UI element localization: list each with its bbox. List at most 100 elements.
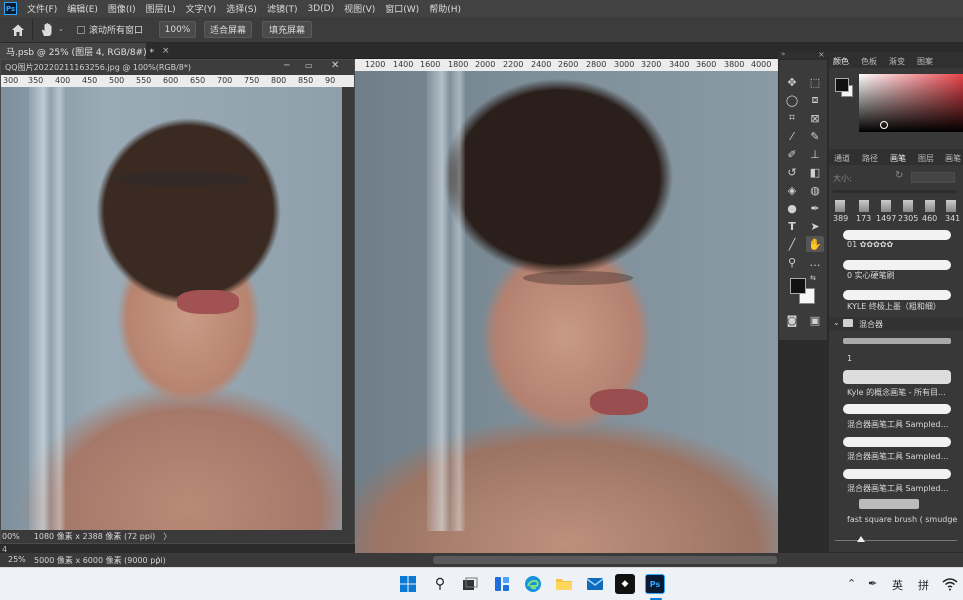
menu-3d[interactable]: 3D(D) (302, 4, 339, 14)
scroll-all-windows-checkbox[interactable] (77, 26, 85, 34)
home-icon[interactable] (9, 22, 27, 38)
input-language-indicator[interactable]: 英 (892, 577, 903, 593)
tab-patterns[interactable]: 图案 (917, 56, 933, 67)
tab-paths[interactable]: 路径 (862, 153, 878, 164)
float-vertical-scrollbar[interactable] (342, 87, 354, 530)
tray-overflow-chevron-icon[interactable]: ⌃ (847, 577, 856, 590)
minimize-icon[interactable]: ─ (284, 61, 289, 71)
tool-preset-chevron-down-icon[interactable]: ⌄ (58, 25, 64, 33)
hand-tool-active-icon[interactable]: ✋ (806, 236, 824, 252)
brush-tool-icon[interactable]: ✐ (783, 146, 801, 162)
main-canvas[interactable] (355, 71, 778, 553)
move-tool-icon[interactable]: ✥ (783, 74, 801, 90)
group-brush-label[interactable]: 混合器画笔工具 Sampled... (847, 419, 959, 430)
start-icon[interactable] (398, 574, 418, 594)
pen-tool-icon[interactable]: ✒ (806, 200, 824, 216)
brush-item-label[interactable]: 0 实心硬笔刷 (847, 270, 957, 281)
menu-layer[interactable]: 图层(L) (141, 2, 181, 15)
frame-tool-icon[interactable]: ⊠ (806, 110, 824, 126)
tab-color[interactable]: 颜色 (833, 56, 849, 67)
ime-mode-indicator[interactable]: 拼 (918, 577, 929, 593)
menu-file[interactable]: 文件(F) (22, 2, 62, 15)
swap-colors-icon[interactable]: ⇆ (810, 274, 816, 282)
tab-close-icon[interactable]: × (162, 46, 170, 56)
brush-item-label[interactable]: 01 ✿✿✿✿✿ (847, 240, 957, 249)
eraser-tool-icon[interactable]: ◧ (806, 164, 824, 180)
size-slider[interactable] (833, 190, 957, 193)
paint-bucket-tool-icon[interactable]: ◈ (783, 182, 801, 198)
menu-select[interactable]: 选择(S) (221, 2, 262, 15)
reference-image[interactable] (1, 87, 342, 530)
brush-tip[interactable] (925, 200, 935, 212)
zoom-100-button[interactable]: 100% (159, 21, 196, 38)
group-brush-label[interactable]: 1 (847, 354, 852, 363)
horizontal-scroll-thumb[interactable] (433, 556, 777, 564)
tab-channels[interactable]: 通道 (834, 153, 850, 164)
tab-swatches[interactable]: 色板 (861, 56, 877, 67)
task-view-icon[interactable] (460, 574, 480, 594)
tab-brushes[interactable]: 画笔 (890, 153, 906, 164)
toolbar-header[interactable]: » × (778, 50, 828, 59)
search-icon[interactable]: ⚲ (430, 574, 450, 594)
healing-brush-tool-icon[interactable]: ✎ (806, 128, 824, 144)
pen-input-icon[interactable]: ✒ (868, 577, 877, 590)
menu-window[interactable]: 窗口(W) (380, 2, 424, 15)
line-tool-icon[interactable]: ╱ (783, 236, 801, 252)
brush-size-field[interactable] (911, 172, 955, 183)
fit-screen-button[interactable]: 适合屏幕 (204, 21, 252, 38)
group-brush-label[interactable]: fast square brush ( smudge ) (847, 515, 959, 524)
group-brush-label[interactable]: 混合器画笔工具 Sampled... (847, 451, 959, 462)
brush-item-label[interactable]: KYLE 终极上墨（粗和细） (847, 301, 957, 312)
menu-help[interactable]: 帮助(H) (424, 2, 466, 15)
color-picker-handle[interactable] (880, 121, 888, 129)
crop-tool-icon[interactable]: ⌗ (783, 110, 801, 126)
wifi-icon[interactable] (942, 577, 958, 591)
brush-tip[interactable] (903, 200, 913, 212)
group-brush-label[interactable]: 混合器画笔工具 Sampled... (847, 483, 959, 494)
main-info-arrow-icon[interactable]: 〉 (157, 555, 165, 566)
collapse-icon[interactable]: » (781, 50, 785, 58)
restore-icon[interactable]: ▭ (305, 61, 313, 70)
float-info-arrow-icon[interactable]: 〉 (163, 531, 171, 542)
widgets-icon[interactable] (492, 574, 512, 594)
object-select-tool-icon[interactable]: ⧈ (806, 92, 824, 108)
menu-view[interactable]: 视图(V) (339, 2, 380, 15)
path-select-tool-icon[interactable]: ➤ (806, 218, 824, 234)
main-zoom-value[interactable]: 25% (8, 555, 26, 564)
eyedropper-tool-icon[interactable]: ⁄ (783, 128, 801, 144)
blur-tool-icon[interactable]: ◍ (806, 182, 824, 198)
dodge-tool-icon[interactable]: ● (783, 200, 801, 216)
marquee-tool-icon[interactable]: ⬚ (806, 74, 824, 90)
tab-gradients[interactable]: 渐变 (889, 56, 905, 67)
toolbar-close-icon[interactable]: × (818, 50, 825, 59)
quick-mask-icon[interactable]: ◙ (783, 312, 801, 328)
float-zoom-value[interactable]: 00% (2, 532, 20, 541)
float-window-titlebar[interactable]: QQ图片20220211163256.jpg @ 100%(RGB/8*) ─ … (1, 60, 354, 75)
zoom-tool-icon[interactable]: ⚲ (783, 254, 801, 270)
color-field[interactable] (859, 74, 963, 132)
type-tool-icon[interactable]: T (783, 218, 801, 234)
more-tools-icon[interactable]: … (806, 254, 824, 270)
lasso-tool-icon[interactable]: ◯ (783, 92, 801, 108)
screen-mode-icon[interactable]: ▣ (806, 312, 824, 328)
menu-filter[interactable]: 滤镜(T) (262, 2, 303, 15)
foreground-color-swatch-top[interactable] (790, 278, 806, 294)
slider-handle[interactable] (857, 536, 865, 542)
app-icon[interactable]: ◆ (615, 574, 635, 594)
menu-edit[interactable]: 编辑(E) (62, 2, 103, 15)
edge-browser-icon[interactable] (523, 574, 543, 594)
history-brush-tool-icon[interactable]: ↺ (783, 164, 801, 180)
close-icon[interactable]: ✕ (331, 60, 339, 71)
brush-tip[interactable] (946, 200, 956, 212)
floating-document-window[interactable]: QQ图片20220211163256.jpg @ 100%(RGB/8*) ─ … (0, 59, 355, 544)
reset-icon[interactable]: ↻ (895, 170, 903, 181)
file-explorer-icon[interactable] (554, 574, 574, 594)
menu-image[interactable]: 图像(I) (103, 2, 141, 15)
menu-type[interactable]: 文字(Y) (181, 2, 222, 15)
brush-tip[interactable] (835, 200, 845, 212)
photoshop-taskbar-icon[interactable]: Ps (645, 574, 665, 594)
brush-group-header[interactable]: ⌄ 混合器 (829, 317, 963, 331)
tab-layers[interactable]: 图层 (918, 153, 934, 164)
brush-preview-slider[interactable] (835, 536, 957, 542)
fill-screen-button[interactable]: 填充屏幕 (262, 21, 312, 38)
